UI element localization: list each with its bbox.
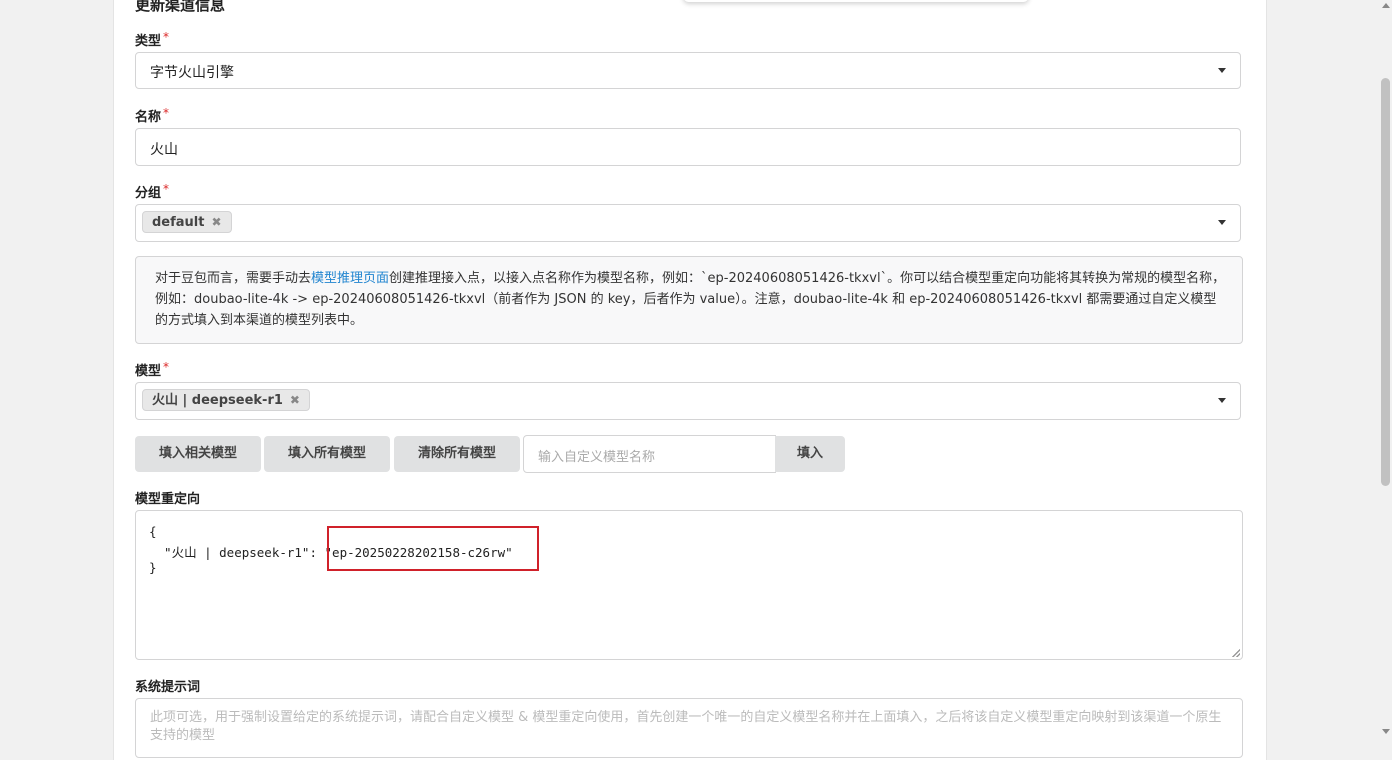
group-label: 分组 * bbox=[135, 182, 170, 201]
required-mark: * bbox=[163, 360, 170, 374]
custom-model-placeholder: 输入自定义模型名称 bbox=[538, 450, 656, 465]
fill-all-models-button[interactable]: 填入所有模型 bbox=[264, 436, 390, 472]
scrollbar-thumb[interactable] bbox=[1381, 78, 1390, 486]
required-mark: * bbox=[163, 30, 170, 44]
system-prompt-label: 系统提示词 bbox=[135, 680, 201, 695]
custom-model-input[interactable]: 输入自定义模型名称 bbox=[523, 435, 776, 473]
remove-chip-icon[interactable]: ✖ bbox=[211, 212, 221, 233]
type-select[interactable]: 字节火山引擎 bbox=[135, 52, 1241, 89]
required-mark: * bbox=[163, 182, 170, 196]
required-mark: * bbox=[163, 106, 170, 120]
fill-custom-model-button[interactable]: 填入 bbox=[775, 436, 845, 472]
models-label: 模型 * bbox=[135, 360, 170, 379]
chevron-down-icon bbox=[1218, 398, 1226, 403]
type-label: 类型 * bbox=[135, 30, 170, 49]
clear-all-models-button[interactable]: 清除所有模型 bbox=[394, 436, 520, 472]
fill-related-models-button[interactable]: 填入相关模型 bbox=[135, 436, 261, 472]
chevron-down-icon bbox=[1218, 220, 1226, 225]
dropdown-popup-edge bbox=[683, 0, 1029, 2]
group-chip: default ✖ bbox=[142, 211, 232, 233]
resize-handle-icon[interactable] bbox=[1232, 649, 1240, 657]
scroll-up-icon[interactable] bbox=[1382, 3, 1390, 8]
name-input[interactable]: 火山 bbox=[135, 128, 1241, 166]
model-mapping-label: 模型重定向 bbox=[135, 492, 201, 507]
models-select[interactable]: 火山 | deepseek-r1 ✖ bbox=[135, 382, 1241, 420]
name-label: 名称 * bbox=[135, 106, 170, 125]
type-select-value: 字节火山引擎 bbox=[150, 65, 234, 81]
group-select[interactable]: default ✖ bbox=[135, 204, 1241, 242]
remove-chip-icon[interactable]: ✖ bbox=[290, 390, 300, 411]
mapping-line-open: { bbox=[149, 524, 157, 539]
system-prompt-textarea[interactable]: 此项可选，用于强制设置给定的系统提示词，请配合自定义模型 & 模型重定向使用，首… bbox=[135, 698, 1243, 758]
model-chip: 火山 | deepseek-r1 ✖ bbox=[142, 389, 310, 411]
system-prompt-placeholder: 此项可选，用于强制设置给定的系统提示词，请配合自定义模型 & 模型重定向使用，首… bbox=[150, 710, 1222, 743]
name-input-value: 火山 bbox=[150, 142, 178, 158]
chevron-down-icon bbox=[1218, 68, 1226, 73]
model-inference-link[interactable]: 模型推理页面 bbox=[311, 271, 389, 286]
mapping-line-close: } bbox=[149, 560, 157, 575]
page-title: 更新渠道信息 bbox=[135, 0, 226, 14]
scroll-down-icon[interactable] bbox=[1382, 729, 1390, 734]
model-mapping-textarea[interactable]: { "火山 | deepseek-r1": "ep-20250228202158… bbox=[135, 510, 1243, 660]
annotation-highlight bbox=[327, 526, 539, 571]
info-message: 对于豆包而言，需要手动去模型推理页面创建推理接入点，以接入点名称作为模型名称，例… bbox=[135, 256, 1243, 344]
